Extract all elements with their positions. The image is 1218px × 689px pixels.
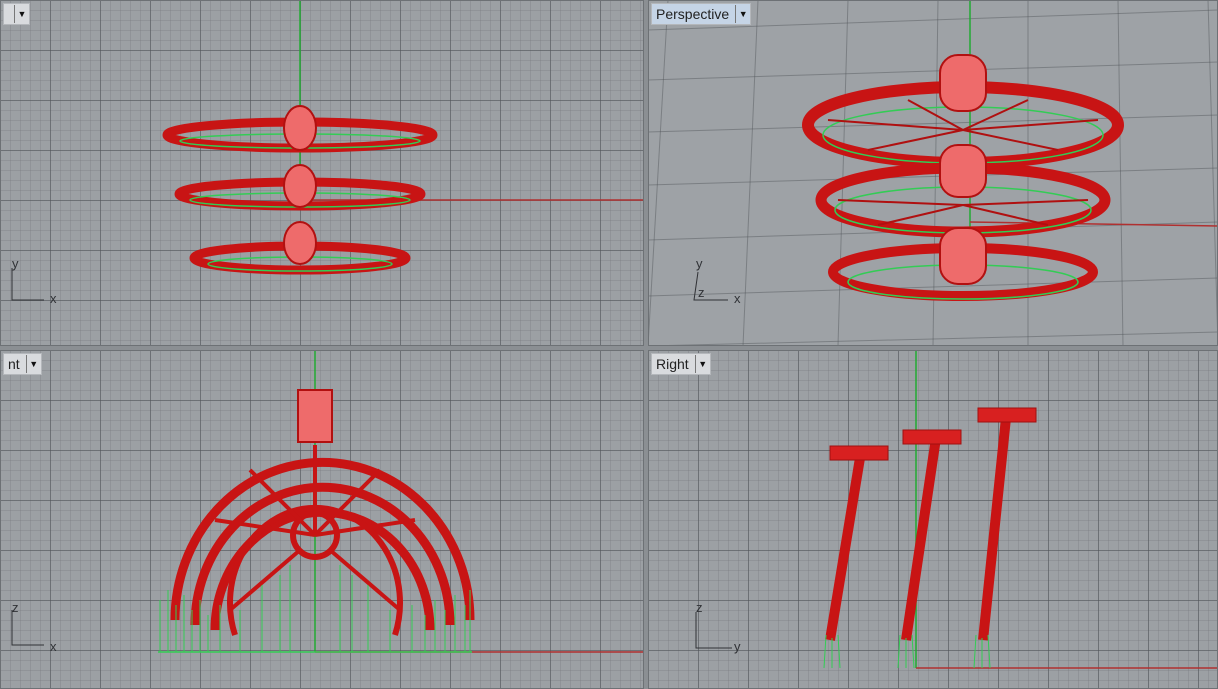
ring-1 <box>162 105 438 153</box>
ring-1-side <box>823 445 889 669</box>
viewport-label: nt <box>8 356 20 372</box>
arch-rings <box>170 457 475 636</box>
axis-label-z: z <box>698 285 705 300</box>
axis-label-x: x <box>50 639 57 654</box>
axis-label-z: z <box>12 600 19 615</box>
viewport-tab-front[interactable]: nt ▼ <box>3 353 42 375</box>
hub-stack <box>297 389 333 443</box>
triangle-down-icon[interactable]: ▼ <box>735 5 750 23</box>
viewport-label: Perspective <box>656 6 730 22</box>
viewport-tab-perspective[interactable]: Perspective ▼ <box>651 3 752 25</box>
triangle-down-icon[interactable]: ▼ <box>694 355 710 373</box>
top-scene <box>11 0 644 301</box>
viewport-right[interactable]: Right ▼ z y <box>648 350 1218 689</box>
axis-label-y: y <box>696 256 703 271</box>
viewport-front[interactable]: nt ▼ z x <box>0 350 644 689</box>
axis-label-y: y <box>12 256 19 271</box>
triangle-down-icon[interactable]: ▼ <box>14 5 29 23</box>
viewport-label: Right <box>656 356 689 372</box>
triangle-down-icon[interactable]: ▼ <box>25 355 41 373</box>
axis-label-x: x <box>50 291 57 306</box>
viewport-tab-right[interactable]: Right ▼ <box>651 353 711 375</box>
ring-2-side <box>897 429 962 669</box>
viewport-top[interactable]: ▼ y x <box>0 0 644 346</box>
axis-label-x: x <box>734 291 741 306</box>
axis-label-z: z <box>696 600 703 615</box>
viewport-perspective[interactable]: Perspective ▼ y z x <box>648 0 1218 346</box>
viewport-tab-top[interactable]: ▼ <box>3 3 30 25</box>
ring-3-side <box>973 407 1037 669</box>
ring-2 <box>174 164 426 211</box>
axis-label-y: y <box>734 639 741 654</box>
ring-3 <box>828 227 1098 301</box>
front-scene <box>11 350 644 653</box>
ring-3 <box>189 221 411 275</box>
